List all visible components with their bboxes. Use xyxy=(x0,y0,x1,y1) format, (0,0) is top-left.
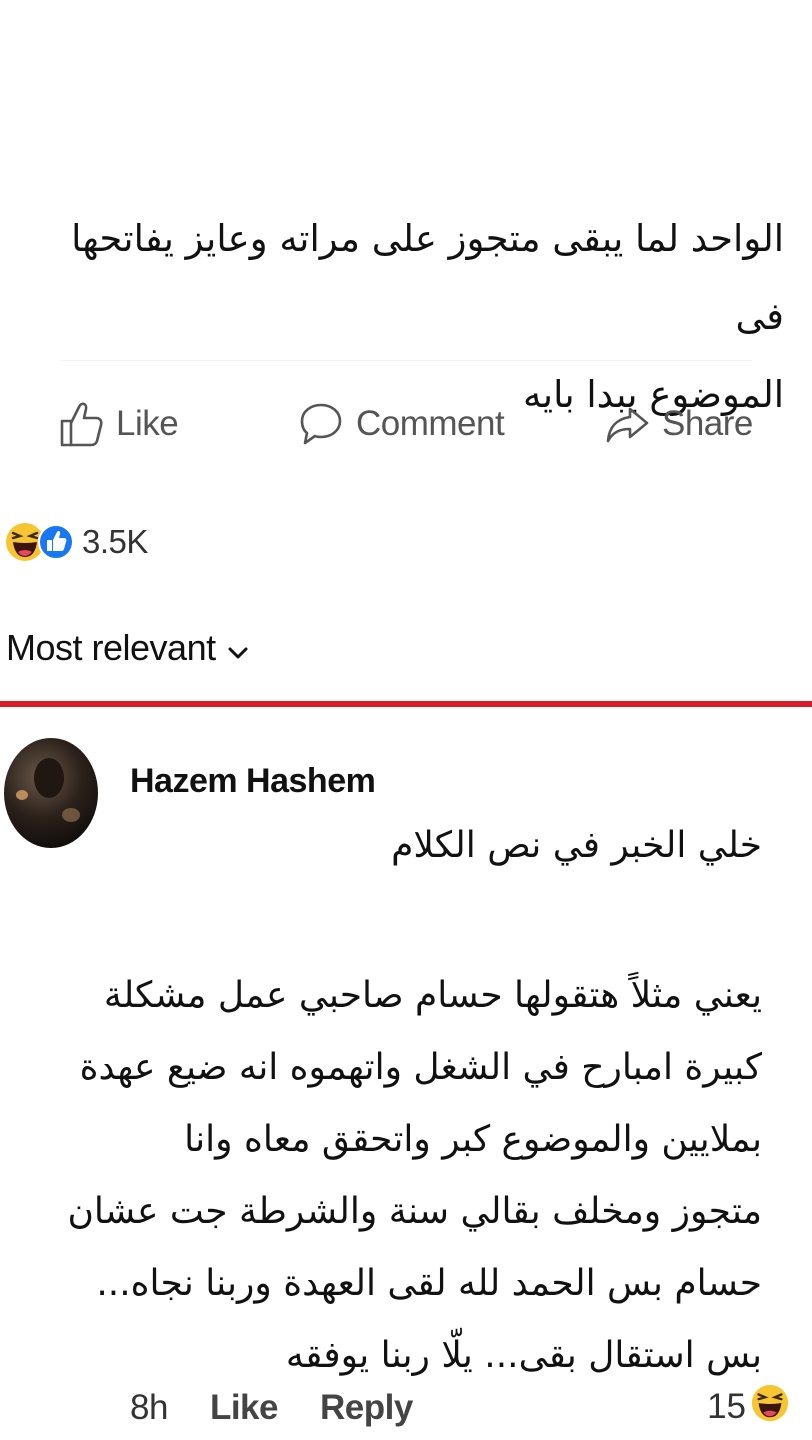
post-text-line: الواحد لما يبقى متجوز على مراته وعايز يف… xyxy=(71,217,784,338)
comment-line: متجوز ومخلف بقالي سنة والشرطة جت عشان xyxy=(67,1191,762,1232)
comment-reaction-count: 15 xyxy=(707,1387,746,1426)
comment-author[interactable]: Hazem Hashem xyxy=(130,762,376,801)
like-label: Like xyxy=(116,404,179,443)
comment-icon xyxy=(298,399,344,449)
comment-reply-button[interactable]: Reply xyxy=(320,1388,413,1428)
comment-label: Comment xyxy=(356,404,505,443)
comment-like-button[interactable]: Like xyxy=(210,1388,279,1428)
share-button[interactable]: Share xyxy=(604,392,753,456)
section-divider xyxy=(0,701,812,707)
share-label: Share xyxy=(662,404,753,443)
comment-line: حسام بس الحمد لله لقى العهدة وربنا نجاه.… xyxy=(96,1263,762,1304)
like-reaction-icon xyxy=(38,524,74,560)
comment-line: بملايين والموضوع كبر واتحقق معاه وانا xyxy=(184,1119,762,1160)
avatar[interactable] xyxy=(4,738,98,848)
comment-timestamp[interactable]: 8h xyxy=(130,1388,168,1428)
comment-line: كبيرة امبارح في الشغل واتهموه انه ضيع عه… xyxy=(79,1047,762,1088)
post-view: الواحد لما يبقى متجوز على مراته وعايز يف… xyxy=(0,0,812,1440)
comment-text: خلي الخبر في نص الكلام يعني مثلاً هتقوله… xyxy=(67,810,762,1392)
chevron-down-icon xyxy=(228,627,248,669)
comment-sort-dropdown[interactable]: Most relevant xyxy=(6,622,248,674)
comment-reactions[interactable]: 15 xyxy=(707,1382,790,1432)
post-actions-bar: Like Comment Share xyxy=(0,392,812,456)
sort-label: Most relevant xyxy=(6,627,216,668)
reaction-count: 3.5K xyxy=(82,523,148,560)
comment-button[interactable]: Comment xyxy=(298,392,505,456)
comment-footer: 8h Like Reply xyxy=(130,1380,413,1436)
comment-line: يعني مثلاً هتقولها حسام صاحبي عمل مشكلة xyxy=(103,975,762,1016)
haha-emoji-icon xyxy=(750,1383,790,1432)
like-icon xyxy=(58,399,104,449)
comment-line: خلي الخبر في نص الكلام xyxy=(391,825,762,866)
divider xyxy=(60,360,752,361)
like-button[interactable]: Like xyxy=(58,392,179,456)
reaction-summary[interactable]: 3.5K xyxy=(4,514,148,570)
share-icon xyxy=(604,399,650,449)
